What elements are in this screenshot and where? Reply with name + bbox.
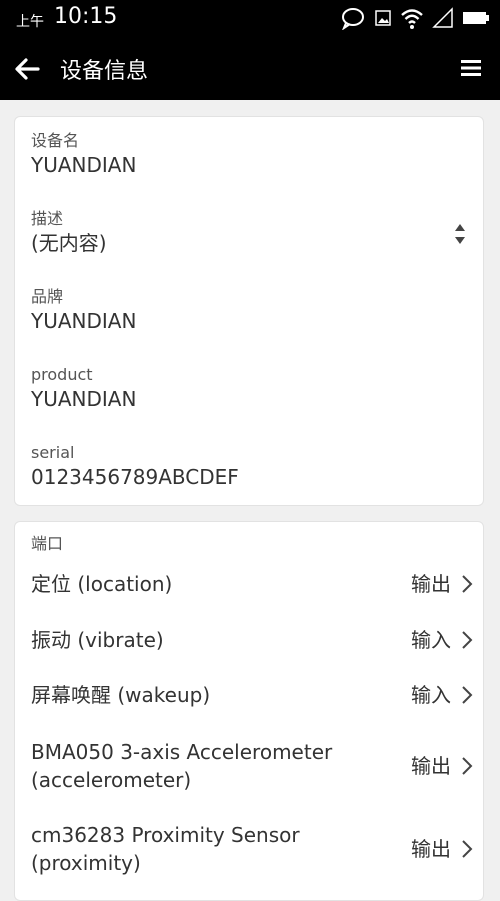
status-bar: 上午 10:15	[0, 0, 500, 36]
status-ampm: 上午	[16, 14, 44, 30]
device-name-field: 设备名 YUANDIAN	[31, 131, 136, 178]
field-label: 设备名	[31, 131, 80, 150]
port-name: BMA050 3-axis Accelerometer (acceleromet…	[31, 740, 333, 792]
toolbar: 设备信息	[0, 36, 500, 100]
field-label: product	[31, 365, 93, 384]
field-label: 品牌	[31, 287, 64, 306]
page-title: 设备信息	[60, 59, 149, 84]
chevron-right-icon	[462, 575, 473, 593]
description-field[interactable]: 描述 (无内容)	[31, 209, 107, 256]
status-time: 10:15	[54, 4, 118, 29]
brand-field: 品牌 YUANDIAN	[31, 287, 136, 334]
menu-icon[interactable]	[460, 57, 482, 79]
port-direction: 输入	[411, 628, 451, 652]
chevron-right-icon	[462, 840, 473, 858]
back-arrow-icon[interactable]	[12, 54, 42, 84]
port-direction: 输入	[411, 683, 451, 707]
port-direction: 输出	[411, 754, 451, 778]
field-value: 0123456789ABCDEF	[31, 465, 239, 489]
port-direction: 输出	[411, 572, 451, 596]
image-notification-icon	[375, 10, 391, 26]
field-label: 描述	[31, 209, 64, 228]
battery-icon	[463, 12, 489, 24]
port-name: 屏幕唤醒 (wakeup)	[31, 683, 211, 707]
ports-card: 端口 定位 (location) 输出 振动 (vibrate) 输入 屏幕唤醒…	[14, 521, 484, 901]
port-name: 振动 (vibrate)	[31, 628, 164, 652]
field-label: serial	[31, 443, 75, 462]
signal-icon	[432, 7, 453, 28]
chevron-right-icon	[462, 757, 473, 775]
device-info-card: 设备名 YUANDIAN 描述 (无内容) 品牌 YUANDIAN produc…	[14, 116, 484, 506]
field-value: YUANDIAN	[31, 153, 137, 177]
port-name: 定位 (location)	[31, 572, 173, 596]
expand-collapse-icon[interactable]	[453, 221, 467, 247]
ports-header: 端口	[31, 534, 64, 553]
port-direction: 输出	[411, 837, 451, 861]
chevron-right-icon	[462, 631, 473, 649]
field-value: YUANDIAN	[31, 387, 137, 411]
field-value: YUANDIAN	[31, 309, 137, 333]
port-name: cm36283 Proximity Sensor (proximity)	[31, 823, 300, 875]
product-field: product YUANDIAN	[31, 365, 136, 412]
serial-field: serial 0123456789ABCDEF	[31, 443, 239, 490]
chat-notification-icon	[342, 8, 364, 30]
chevron-right-icon	[462, 686, 473, 704]
status-icons	[340, 6, 490, 30]
wifi-icon	[401, 9, 423, 29]
field-value: (无内容)	[31, 231, 107, 255]
